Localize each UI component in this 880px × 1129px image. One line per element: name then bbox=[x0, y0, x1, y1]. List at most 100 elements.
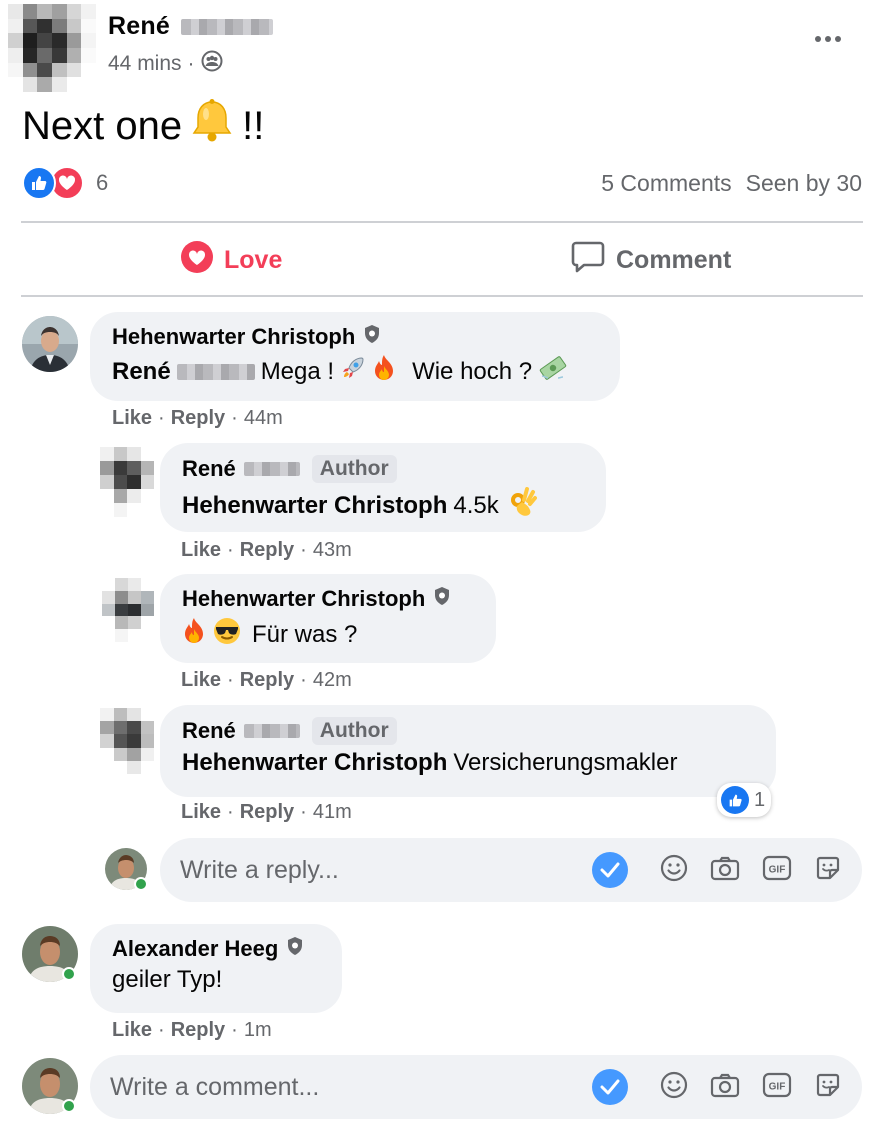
meta-separator: · bbox=[300, 539, 307, 561]
camera-icon[interactable] bbox=[710, 855, 740, 886]
comment-time[interactable]: 43m bbox=[313, 539, 352, 562]
commenter-name[interactable]: René Author bbox=[182, 717, 754, 745]
like-link[interactable]: Like bbox=[112, 1019, 152, 1042]
mention-link[interactable]: René bbox=[112, 358, 171, 386]
reaction-count[interactable]: 6 bbox=[96, 170, 108, 196]
commenter-name[interactable]: René Author bbox=[182, 455, 584, 483]
reply-input-placeholder[interactable]: Write a reply... bbox=[180, 856, 592, 885]
composer-tools: GIF bbox=[592, 852, 842, 888]
comment-time[interactable]: 1m bbox=[244, 1019, 272, 1042]
commenter-name-text[interactable]: René bbox=[182, 718, 236, 744]
svg-text:GIF: GIF bbox=[769, 864, 786, 875]
heart-icon bbox=[180, 240, 214, 281]
comment-time[interactable]: 44m bbox=[244, 407, 283, 430]
shield-badge-icon bbox=[433, 586, 451, 612]
money-emoji-icon bbox=[538, 354, 568, 389]
like-link[interactable]: Like bbox=[112, 407, 152, 430]
reactions-summary[interactable]: 6 bbox=[22, 166, 108, 200]
commenter-name[interactable]: Hehenwarter Christoph bbox=[112, 324, 598, 350]
comment-text: Für was ? bbox=[182, 616, 474, 653]
comment-text-part: Mega ! bbox=[260, 357, 335, 385]
emoji-icon[interactable] bbox=[660, 1071, 688, 1104]
gif-icon[interactable]: GIF bbox=[762, 854, 792, 887]
reply-link[interactable]: Reply bbox=[171, 407, 225, 430]
comment-actions: Like · Reply · 44m bbox=[112, 407, 283, 430]
like-link[interactable]: Like bbox=[181, 539, 221, 562]
online-status-indicator bbox=[62, 1099, 76, 1113]
commenter-name[interactable]: Alexander Heeg bbox=[112, 936, 320, 962]
comment-text: Hehenwarter Christoph Versicherungsmakle… bbox=[182, 749, 754, 777]
mention-link[interactable]: Hehenwarter Christoph bbox=[182, 749, 447, 777]
like-link[interactable]: Like bbox=[181, 669, 221, 692]
rocket-emoji-icon bbox=[340, 355, 366, 388]
mention-link[interactable]: Hehenwarter Christoph bbox=[182, 492, 447, 520]
post-author-name[interactable]: René bbox=[108, 12, 170, 40]
post-time[interactable]: 44 mins bbox=[108, 52, 182, 76]
comment-text-part: Versicherungsmakler bbox=[453, 749, 678, 776]
like-link[interactable]: Like bbox=[181, 801, 221, 824]
reply-input[interactable]: Write a reply... GIF bbox=[160, 838, 862, 902]
meta-separator: · bbox=[227, 669, 234, 691]
sunglasses-emoji-icon bbox=[212, 616, 242, 653]
bell-emoji-icon bbox=[190, 98, 234, 154]
love-button[interactable]: Love bbox=[180, 240, 282, 281]
fire-emoji-icon bbox=[372, 354, 396, 389]
reply-link[interactable]: Reply bbox=[240, 669, 294, 692]
meta-separator: · bbox=[231, 407, 238, 429]
ok-hand-emoji-icon bbox=[509, 487, 537, 524]
gif-icon[interactable]: GIF bbox=[762, 1071, 792, 1104]
divider bbox=[21, 295, 863, 297]
comment-button[interactable]: Comment bbox=[570, 240, 731, 281]
shield-badge-icon bbox=[286, 936, 304, 962]
comments-count-link[interactable]: 5 Comments bbox=[601, 170, 731, 197]
comment-bubble: René Author Hehenwarter Christoph 4.5k bbox=[160, 443, 606, 532]
avatar[interactable] bbox=[102, 578, 154, 642]
post-author[interactable]: René bbox=[108, 12, 274, 41]
reply-link[interactable]: Reply bbox=[240, 801, 294, 824]
camera-icon[interactable] bbox=[710, 1072, 740, 1103]
seen-by-link[interactable]: Seen by 30 bbox=[746, 170, 862, 197]
comment-input[interactable]: Write a comment... GIF bbox=[90, 1055, 862, 1119]
like-reaction-icon bbox=[22, 166, 56, 200]
author-avatar[interactable] bbox=[8, 4, 96, 92]
comment-reaction-count: 1 bbox=[754, 788, 766, 811]
sticker-icon[interactable] bbox=[814, 1071, 842, 1104]
commenter-name[interactable]: Hehenwarter Christoph bbox=[182, 586, 474, 612]
meta-separator: · bbox=[231, 1019, 238, 1041]
comment-bubble-icon bbox=[570, 240, 606, 281]
meta-separator: · bbox=[227, 539, 234, 561]
avatar[interactable] bbox=[100, 708, 154, 774]
comment-text: geiler Typ! bbox=[112, 966, 320, 994]
sticker-icon[interactable] bbox=[814, 854, 842, 887]
reply-link[interactable]: Reply bbox=[240, 539, 294, 562]
checkmark-icon[interactable] bbox=[592, 852, 628, 888]
avatar[interactable] bbox=[100, 447, 154, 517]
comment-reaction-badge[interactable]: 1 bbox=[717, 783, 772, 817]
post-text: Next one !! bbox=[22, 98, 264, 154]
comment-bubble: Hehenwarter Christoph Für was ? bbox=[160, 574, 496, 663]
checkmark-icon[interactable] bbox=[592, 1069, 628, 1105]
commenter-name-text[interactable]: Alexander Heeg bbox=[112, 936, 278, 962]
composer-tools: GIF bbox=[592, 1069, 842, 1105]
svg-text:GIF: GIF bbox=[769, 1081, 786, 1092]
online-status-indicator bbox=[62, 967, 76, 981]
post-text-exclamation: !! bbox=[242, 103, 265, 148]
comment-text: René Mega ! Wie hoch ? bbox=[112, 354, 598, 389]
comment-time[interactable]: 42m bbox=[313, 669, 352, 692]
comment-text: Hehenwarter Christoph 4.5k bbox=[182, 487, 584, 524]
more-options-icon[interactable] bbox=[815, 36, 841, 42]
comment-input-placeholder[interactable]: Write a comment... bbox=[110, 1073, 592, 1102]
commenter-name-text[interactable]: Hehenwarter Christoph bbox=[112, 324, 355, 350]
emoji-icon[interactable] bbox=[660, 854, 688, 887]
comment-time[interactable]: 41m bbox=[313, 801, 352, 824]
avatar[interactable] bbox=[22, 316, 78, 372]
comment-bubble: René Author Hehenwarter Christoph Versic… bbox=[160, 705, 776, 797]
commenter-name-text[interactable]: Hehenwarter Christoph bbox=[182, 586, 425, 612]
comment-text-part: Wie hoch ? bbox=[412, 357, 533, 385]
commenter-name-text[interactable]: René bbox=[182, 456, 236, 482]
reply-link[interactable]: Reply bbox=[171, 1019, 225, 1042]
audience-group-icon[interactable] bbox=[201, 50, 223, 78]
comment-button-label: Comment bbox=[616, 246, 732, 274]
comment-actions: Like · Reply · 43m bbox=[181, 539, 352, 562]
comment-actions: Like · Reply · 41m bbox=[181, 801, 352, 824]
